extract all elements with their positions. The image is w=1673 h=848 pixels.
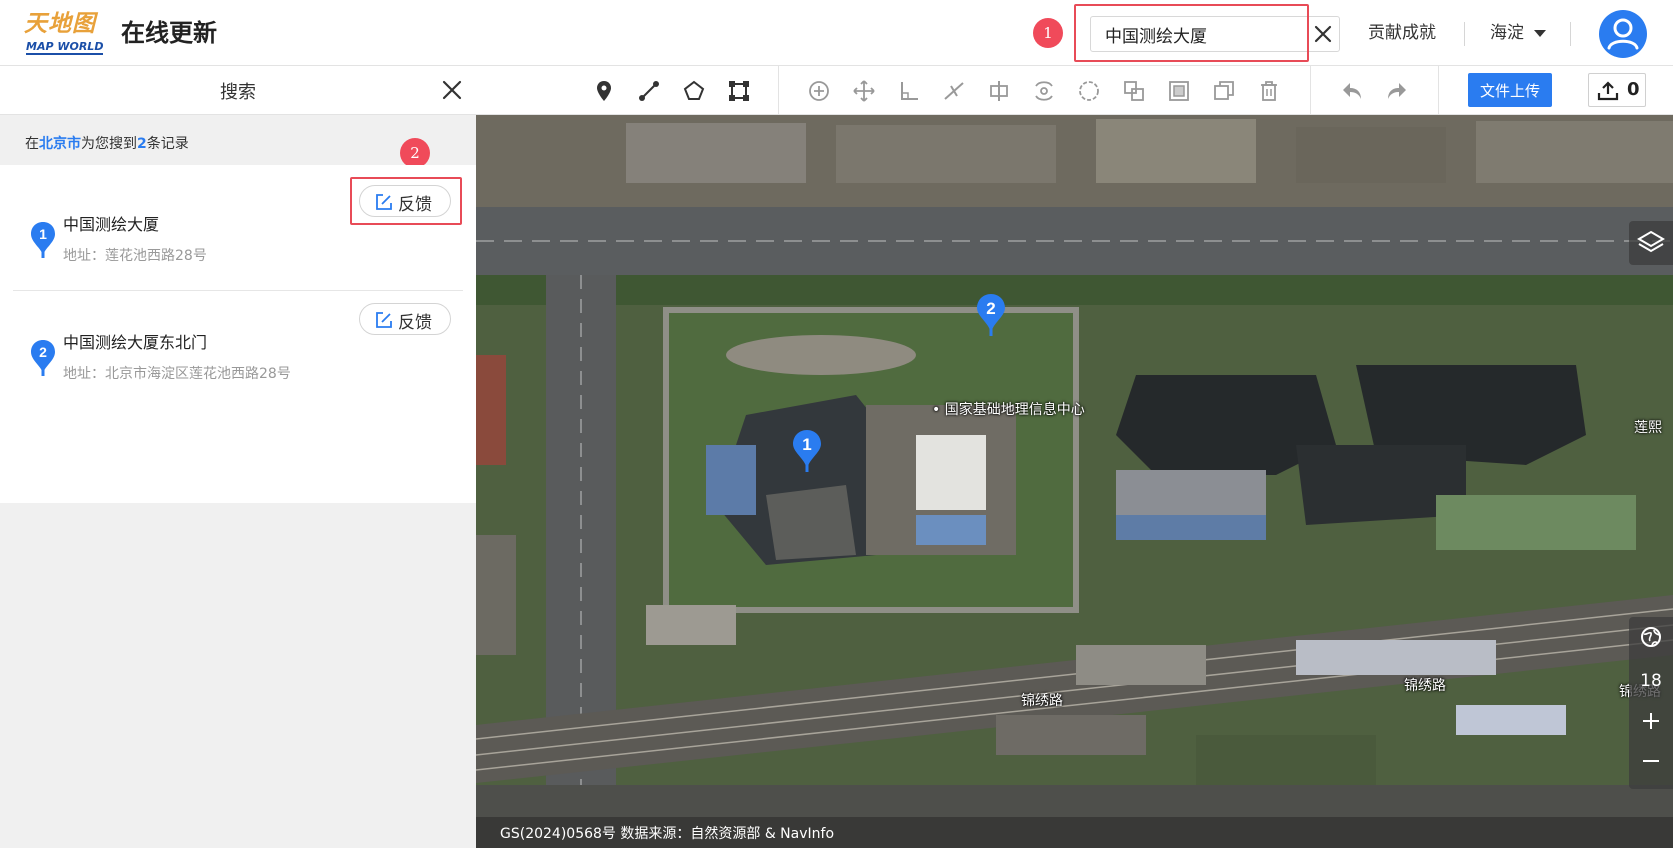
- delete-icon[interactable]: [1256, 78, 1282, 104]
- globe-icon[interactable]: [1639, 625, 1663, 649]
- zoom-control: 18: [1629, 617, 1673, 789]
- search-panel-body: 在北京市为您搜到2条记录 2 1 中国测绘大厦 地址：莲花池西路28号 反馈 2…: [0, 115, 476, 848]
- app-title: 在线更新: [121, 19, 217, 47]
- undo-icon[interactable]: [1339, 78, 1365, 104]
- layers-button[interactable]: [1629, 221, 1673, 265]
- split-line-icon[interactable]: [941, 78, 967, 104]
- map-marker-2[interactable]: 2: [976, 293, 1006, 337]
- copy-icon[interactable]: [1211, 78, 1237, 104]
- line-tool-icon[interactable]: [636, 78, 662, 104]
- annotation-highlight-search: [1074, 4, 1309, 62]
- satellite-imagery: [476, 115, 1673, 848]
- tianditu-logo[interactable]: 天地图 MAP WORLD: [24, 10, 108, 56]
- location-pin-icon: 1: [31, 222, 55, 258]
- annotation-marker-1: 1: [1033, 18, 1063, 48]
- poi-label-text: 国家基础地理信息中心: [944, 402, 1085, 418]
- summary-prefix: 在: [25, 136, 39, 152]
- user-avatar-icon[interactable]: [1599, 10, 1647, 58]
- annotation-highlight-feedback: [350, 177, 462, 225]
- result-name[interactable]: 中国测绘大厦东北门: [63, 329, 207, 353]
- map-attribution: GS(2024)0568号 数据来源：自然资源部 & NavInfo: [476, 817, 1673, 848]
- rotate-icon[interactable]: [1031, 78, 1057, 104]
- header-divider: [1464, 22, 1465, 46]
- map-marker-number: 1: [802, 435, 811, 454]
- poi-label[interactable]: • 国家基础地理信息中心: [932, 399, 1085, 419]
- upload-icon: [1597, 81, 1619, 101]
- pin-number: 2: [39, 344, 47, 360]
- polygon-tool-icon[interactable]: [681, 78, 707, 104]
- app-header: 天地图 MAP WORLD 在线更新 1 贡献成就 海淀: [0, 0, 1673, 66]
- logo-en-text: MAP WORLD: [26, 40, 104, 55]
- edit-icon: [376, 312, 392, 328]
- zoom-level: 18: [1640, 671, 1662, 691]
- rectangle-tool-icon[interactable]: [726, 78, 752, 104]
- search-panel-header: 搜索: [0, 66, 476, 115]
- road-label: 锦绣路: [1404, 678, 1446, 694]
- annotation-marker-2: 2: [400, 138, 430, 168]
- summary-suffix: 条记录: [146, 136, 189, 152]
- file-upload-button[interactable]: 文件上传: [1468, 73, 1552, 107]
- result-address: 地址：莲花池西路28号: [63, 248, 207, 264]
- toolbar-divider: [778, 66, 779, 115]
- pending-upload-button[interactable]: 0: [1588, 73, 1646, 107]
- map-marker-number: 2: [986, 299, 995, 318]
- feedback-label: 反馈: [398, 313, 432, 333]
- zoom-in-icon[interactable]: [1637, 707, 1665, 735]
- summary-mid: 为您搜到: [81, 136, 137, 152]
- attribution-text: GS(2024)0568号 数据来源：自然资源部 & NavInfo: [500, 826, 835, 842]
- result-summary: 在北京市为您搜到2条记录: [25, 133, 189, 153]
- road-label: 锦绣路: [1021, 693, 1063, 709]
- logo-cn-text: 天地图: [24, 10, 96, 37]
- summary-count: 2: [137, 136, 147, 152]
- point-tool-icon[interactable]: [591, 78, 617, 104]
- reshape-icon[interactable]: [1076, 78, 1102, 104]
- result-address: 地址：北京市海淀区莲花池西路28号: [63, 366, 291, 382]
- redo-icon[interactable]: [1384, 78, 1410, 104]
- search-result-list: 1 中国测绘大厦 地址：莲花池西路28号 反馈 2 中国测绘大厦东北门 地址：北…: [0, 165, 476, 503]
- union-icon[interactable]: [1121, 78, 1147, 104]
- toolbar-divider: [1438, 66, 1439, 115]
- move-icon[interactable]: [851, 78, 877, 104]
- clip-icon[interactable]: [1166, 78, 1192, 104]
- list-item[interactable]: 2 中国测绘大厦东北门 地址：北京市海淀区莲花池西路28号 反馈: [13, 291, 463, 417]
- feedback-button[interactable]: 反馈: [359, 303, 451, 335]
- edit-toolbar: 文件上传 0: [476, 66, 1673, 115]
- header-divider: [1570, 22, 1571, 46]
- layers-icon: [1637, 230, 1665, 253]
- search-panel-title: 搜索: [220, 82, 256, 103]
- close-icon[interactable]: [438, 76, 466, 104]
- result-name[interactable]: 中国测绘大厦: [63, 211, 159, 235]
- map-marker-1[interactable]: 1: [792, 429, 822, 473]
- zoom-out-icon[interactable]: [1637, 747, 1665, 775]
- road-label: 莲熙: [1634, 420, 1662, 436]
- merge-icon[interactable]: [986, 78, 1012, 104]
- pin-number: 1: [39, 226, 47, 242]
- pending-count: 0: [1627, 79, 1640, 100]
- satellite-map[interactable]: 1 2 • 国家基础地理信息中心 锦绣路 锦绣路 锦绣路 莲熙 18 GS(20…: [476, 115, 1673, 848]
- contribution-link[interactable]: 贡献成就: [1368, 20, 1436, 46]
- toolbar-divider: [1310, 66, 1311, 115]
- search-clear-icon[interactable]: [1307, 18, 1339, 50]
- summary-city[interactable]: 北京市: [39, 136, 81, 152]
- add-vertex-icon[interactable]: [806, 78, 832, 104]
- location-pin-icon: 2: [31, 340, 55, 376]
- region-selector[interactable]: 海淀: [1490, 20, 1524, 46]
- right-angle-icon[interactable]: [896, 78, 922, 104]
- chevron-down-icon[interactable]: [1534, 30, 1546, 37]
